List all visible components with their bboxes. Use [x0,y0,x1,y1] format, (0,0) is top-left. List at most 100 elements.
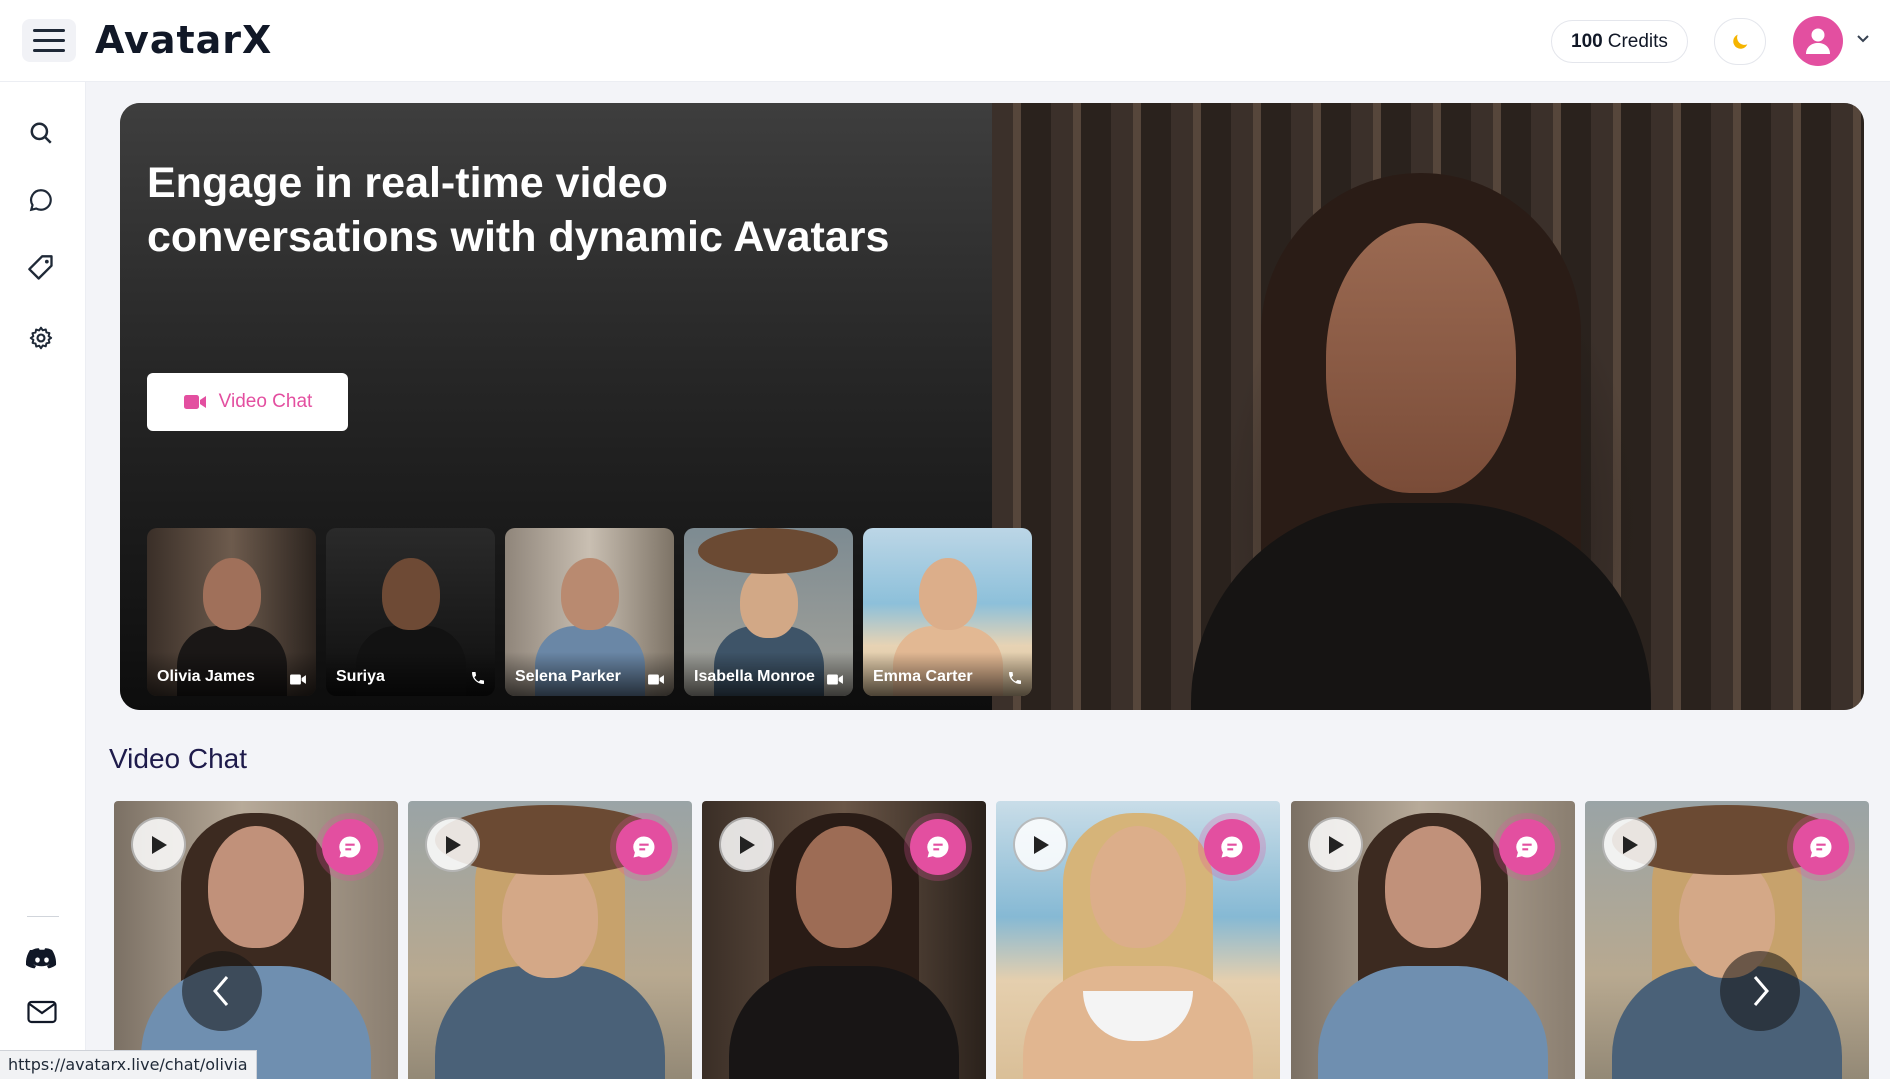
thumb-caption: Selena Parker [505,652,674,696]
discord-icon [26,948,57,969]
chat-button[interactable] [910,819,966,875]
sidebar-item-tags[interactable] [24,251,58,285]
avatar-card[interactable] [1585,801,1869,1079]
phone-icon [472,672,484,684]
video-chat-carousel [114,801,1870,1079]
avatar-name: Selena Parker [515,668,621,685]
chevron-down-icon[interactable] [1856,32,1870,46]
credits-label: Credits [1607,30,1668,52]
status-bar-url: https://avatarx.live/chat/olivia [0,1050,257,1079]
play-button[interactable] [1602,817,1657,872]
avatar-card[interactable] [996,801,1280,1079]
mail-button[interactable] [25,995,59,1029]
chat-bubble-icon [927,836,949,858]
card-face [1090,826,1186,948]
video-camera-icon [183,395,206,409]
sidebar [0,82,86,1079]
hero-banner: Engage in real-time video conversations … [120,103,1864,710]
play-button[interactable] [131,817,186,872]
video-chat-cta-label: Video Chat [218,391,313,412]
chat-bubble-icon [1516,836,1538,858]
card-face [208,826,304,948]
hamburger-menu-button[interactable] [22,19,76,62]
avatar-thumb-selena-parker[interactable]: Selena Parker [505,528,674,696]
play-icon [1033,835,1049,854]
avatar-thumb-isabella-monroe[interactable]: Isabella Monroe [684,528,853,696]
hero-avatar-image [991,103,1864,710]
hero-heading: Engage in real-time video conversations … [147,159,890,261]
avatar-thumb-emma-carter[interactable]: Emma Carter [863,528,1032,696]
menu-line [33,39,65,42]
sidebar-item-settings[interactable] [24,321,58,355]
section-title-video-chat: Video Chat [109,743,248,774]
avatar-card[interactable] [114,801,398,1079]
chevron-left-icon [213,976,229,1006]
avatar-card[interactable] [1291,801,1575,1079]
card-figure [729,966,959,1079]
gear-icon [29,326,53,350]
avatar-thumb-suriya[interactable]: Suriya [326,528,495,696]
tag-icon [28,255,53,280]
app-logo[interactable]: AvatarX [95,18,272,62]
chat-button[interactable] [1793,819,1849,875]
avatar-card[interactable] [702,801,986,1079]
carousel-next-button[interactable] [1720,951,1800,1031]
chat-button[interactable] [616,819,672,875]
chat-bubble-icon [1221,836,1243,858]
chat-bubble-icon [1810,836,1832,858]
play-icon [1328,835,1344,854]
thumb-hat [698,528,838,574]
carousel-prev-button[interactable] [182,951,262,1031]
chat-bubble-icon [339,836,361,858]
play-button[interactable] [1308,817,1363,872]
play-button[interactable] [1013,817,1068,872]
discord-button[interactable] [25,942,59,976]
video-icon [648,674,664,685]
card-face [1385,826,1481,948]
credits-amount: 100 [1571,30,1603,52]
credits-button[interactable]: 100 Credits [1551,20,1688,63]
thumb-face [560,558,619,630]
avatar-card[interactable] [408,801,692,1079]
play-icon [445,835,461,854]
play-icon [151,835,167,854]
play-icon [1622,835,1638,854]
card-figure [435,966,665,1079]
menu-line [33,49,65,52]
avatar-thumbnail-strip: Olivia James Suriya Selena Parker Isabel… [147,528,1032,696]
sidebar-divider [27,916,59,917]
video-chat-cta-button[interactable]: Video Chat [147,373,348,431]
avatar-name: Emma Carter [873,668,973,685]
avatar-thumb-olivia-james[interactable]: Olivia James [147,528,316,696]
chat-button[interactable] [1204,819,1260,875]
avatar-name: Olivia James [157,668,255,685]
theme-toggle-button[interactable] [1714,18,1766,65]
play-icon [739,835,755,854]
sidebar-item-chat[interactable] [24,183,58,217]
thumb-caption: Suriya [326,652,495,696]
chat-bubble-icon [29,189,52,212]
card-figure [1318,966,1548,1079]
thumb-face [918,558,977,630]
search-icon [30,122,52,144]
thumb-caption: Isabella Monroe [684,652,853,696]
chat-button[interactable] [322,819,378,875]
mail-icon [27,1000,57,1024]
chat-button[interactable] [1499,819,1555,875]
play-button[interactable] [425,817,480,872]
thumb-caption: Olivia James [147,652,316,696]
avatar-name: Suriya [336,668,385,685]
phone-icon [1009,672,1021,684]
card-face [796,826,892,948]
user-avatar-button[interactable] [1793,16,1843,66]
video-icon [827,674,843,685]
user-icon [1806,28,1830,54]
play-button[interactable] [719,817,774,872]
thumb-caption: Emma Carter [863,652,1032,696]
thumb-face [381,558,440,630]
face-shape [1326,223,1516,493]
sidebar-item-search[interactable] [24,116,58,150]
thumb-face [739,566,798,638]
thumb-face [202,558,261,630]
moon-icon [1733,34,1748,49]
